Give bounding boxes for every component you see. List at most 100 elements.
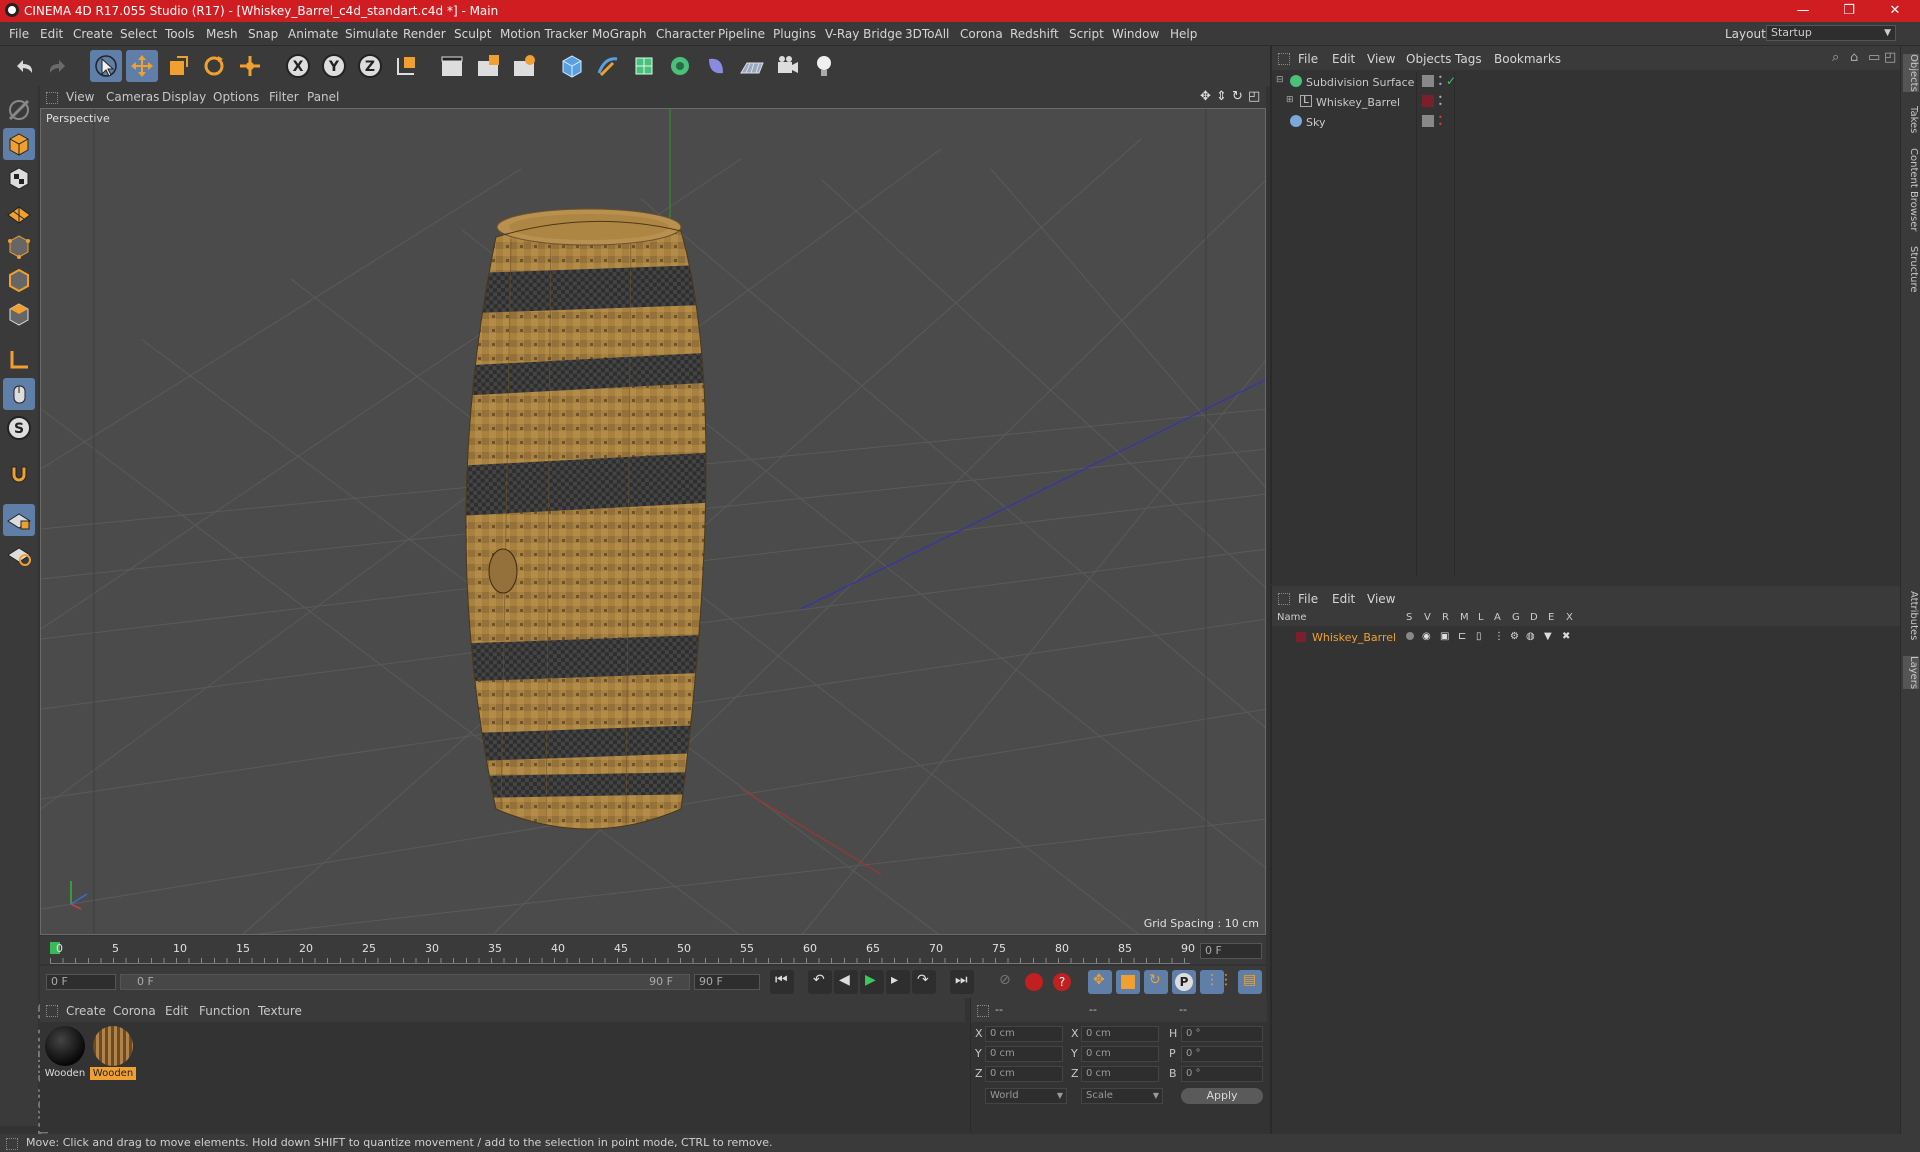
- viewport-zoom-icon[interactable]: ⇕: [1216, 89, 1227, 104]
- menu-mograph[interactable]: MoGraph: [592, 27, 647, 41]
- enable-axis-button[interactable]: [3, 344, 35, 376]
- manager-toggle-icon[interactable]: ⊏: [1458, 631, 1466, 642]
- go-to-start-button[interactable]: ⏮: [770, 970, 794, 994]
- tab-structure[interactable]: Structure: [1903, 246, 1919, 293]
- light-button[interactable]: [808, 50, 840, 82]
- menu-corona[interactable]: Corona: [960, 27, 1003, 41]
- tab-layers[interactable]: Layers: [1903, 656, 1919, 690]
- size-y-field[interactable]: 0 cm: [1081, 1046, 1159, 1062]
- pen-spline-button[interactable]: [592, 50, 624, 82]
- menu-motion-tracker[interactable]: Motion Tracker: [500, 27, 588, 41]
- enabled-check-icon[interactable]: ✓: [1446, 74, 1456, 88]
- viewport-menu-view[interactable]: View: [66, 90, 94, 104]
- start-frame-field[interactable]: 0 F: [46, 974, 116, 990]
- scale-tool-button[interactable]: [162, 50, 194, 82]
- menu-snap[interactable]: Snap: [248, 27, 278, 41]
- menu-sculpt[interactable]: Sculpt: [454, 27, 491, 41]
- polygons-mode-button[interactable]: [3, 298, 35, 330]
- deformer-button[interactable]: [700, 50, 732, 82]
- workplane-lock-button[interactable]: [3, 504, 35, 536]
- key-position-button[interactable]: ✥: [1088, 970, 1112, 994]
- 3d-viewport[interactable]: Perspective Grid Spacing : 10 cm: [40, 108, 1266, 935]
- previous-key-button[interactable]: ↶: [808, 970, 832, 994]
- material-swatch-selected[interactable]: Wooden: [90, 1024, 136, 1080]
- menu-mesh[interactable]: Mesh: [206, 27, 238, 41]
- generators-toggle-icon[interactable]: ⚙: [1510, 631, 1519, 642]
- menu-animate[interactable]: Animate: [288, 27, 338, 41]
- previous-frame-button[interactable]: ◀: [834, 970, 858, 994]
- pos-z-field[interactable]: 0 cm: [985, 1066, 1063, 1082]
- live-selection-button[interactable]: [90, 50, 122, 82]
- motion-path-button[interactable]: ⊘: [994, 970, 1018, 994]
- tab-content-browser[interactable]: Content Browser: [1903, 148, 1919, 231]
- menu-window[interactable]: Window: [1112, 27, 1159, 41]
- next-frame-button[interactable]: ▸: [886, 970, 910, 994]
- layer-menu-edit[interactable]: Edit: [1332, 592, 1355, 606]
- menu-edit[interactable]: Edit: [40, 27, 63, 41]
- solo-toggle-icon[interactable]: [1406, 632, 1414, 640]
- play-button[interactable]: ▶: [860, 970, 884, 994]
- move-tool-button[interactable]: [126, 50, 158, 82]
- viewport-maximize-icon[interactable]: ◰: [1248, 89, 1260, 104]
- render-view-button[interactable]: [436, 50, 468, 82]
- close-button[interactable]: ✕: [1872, 0, 1918, 22]
- model-mode-button[interactable]: [3, 128, 35, 160]
- visibility-dots-icon[interactable]: • •: [1438, 94, 1443, 109]
- solo-button[interactable]: S: [3, 412, 35, 444]
- frame-range-slider[interactable]: 0 F 90 F: [120, 974, 690, 990]
- texture-mode-button[interactable]: [3, 162, 35, 194]
- expand-icon[interactable]: ⊞: [1286, 95, 1294, 105]
- snap-button[interactable]: [3, 458, 35, 490]
- rotate-tool-button[interactable]: [198, 50, 230, 82]
- viewport-menu-filter[interactable]: Filter: [269, 90, 299, 104]
- visibility-dots-icon[interactable]: • •: [1438, 114, 1443, 129]
- tab-objects[interactable]: Objects: [1903, 54, 1919, 92]
- layer-color-swatch[interactable]: [1296, 632, 1306, 642]
- end-frame-field[interactable]: 90 F: [694, 974, 760, 990]
- viewport-menu-options[interactable]: Options: [213, 90, 259, 104]
- viewport-menu-display[interactable]: Display: [162, 90, 206, 104]
- workplane-mode-button[interactable]: [3, 196, 35, 228]
- search-icon[interactable]: ⌕: [1832, 50, 1839, 65]
- autokey-button[interactable]: ?: [1050, 970, 1074, 994]
- material-menu-create[interactable]: Create: [66, 1004, 106, 1018]
- menu-plugins[interactable]: Plugins: [773, 27, 816, 41]
- object-menu-tags[interactable]: Tags: [1455, 52, 1482, 66]
- new-view-icon[interactable]: ▭: [1868, 50, 1880, 65]
- visibility-dots-icon[interactable]: • •: [1438, 74, 1443, 89]
- menu-file[interactable]: File: [9, 27, 29, 41]
- layer-menu-file[interactable]: File: [1298, 592, 1318, 606]
- tab-takes[interactable]: Takes: [1903, 106, 1919, 133]
- key-parameter-button[interactable]: P: [1172, 970, 1196, 994]
- collapse-icon[interactable]: ⊟: [1276, 75, 1284, 85]
- render-picture-viewer-button[interactable]: [472, 50, 504, 82]
- menu-character[interactable]: Character: [656, 27, 715, 41]
- layer-tag-icon[interactable]: [1422, 75, 1434, 87]
- cube-button[interactable]: [556, 50, 588, 82]
- viewport-menu-cameras[interactable]: Cameras: [106, 90, 159, 104]
- next-key-button[interactable]: ↷: [912, 970, 936, 994]
- menu-render[interactable]: Render: [403, 27, 446, 41]
- pos-y-field[interactable]: 0 cm: [985, 1046, 1063, 1062]
- apply-button[interactable]: Apply: [1181, 1088, 1263, 1104]
- expressions-toggle-icon[interactable]: ▼: [1544, 631, 1552, 642]
- material-menu-texture[interactable]: Texture: [258, 1004, 302, 1018]
- size-x-field[interactable]: 0 cm: [1081, 1026, 1159, 1042]
- camera-button[interactable]: [772, 50, 804, 82]
- object-row[interactable]: Sky • •: [1272, 112, 1902, 132]
- material-swatch[interactable]: Wooden: [42, 1024, 88, 1080]
- go-to-end-button[interactable]: ⏭: [950, 970, 974, 994]
- panel-maximize-icon[interactable]: ◰: [1884, 50, 1896, 65]
- menu-create[interactable]: Create: [73, 27, 113, 41]
- menu-select[interactable]: Select: [120, 27, 157, 41]
- deformers-toggle-icon[interactable]: ◍: [1526, 631, 1535, 642]
- menu-vray-bridge[interactable]: V-Ray Bridge: [825, 27, 902, 41]
- z-axis-lock-button[interactable]: Z: [354, 50, 386, 82]
- subdivision-button[interactable]: [628, 50, 660, 82]
- undo-button[interactable]: [8, 50, 40, 82]
- maximize-button[interactable]: ❐: [1826, 0, 1872, 22]
- menu-pipeline[interactable]: Pipeline: [718, 27, 765, 41]
- y-axis-lock-button[interactable]: Y: [318, 50, 350, 82]
- rot-p-field[interactable]: 0 °: [1181, 1046, 1263, 1062]
- viewport-move-icon[interactable]: ✥: [1200, 89, 1211, 104]
